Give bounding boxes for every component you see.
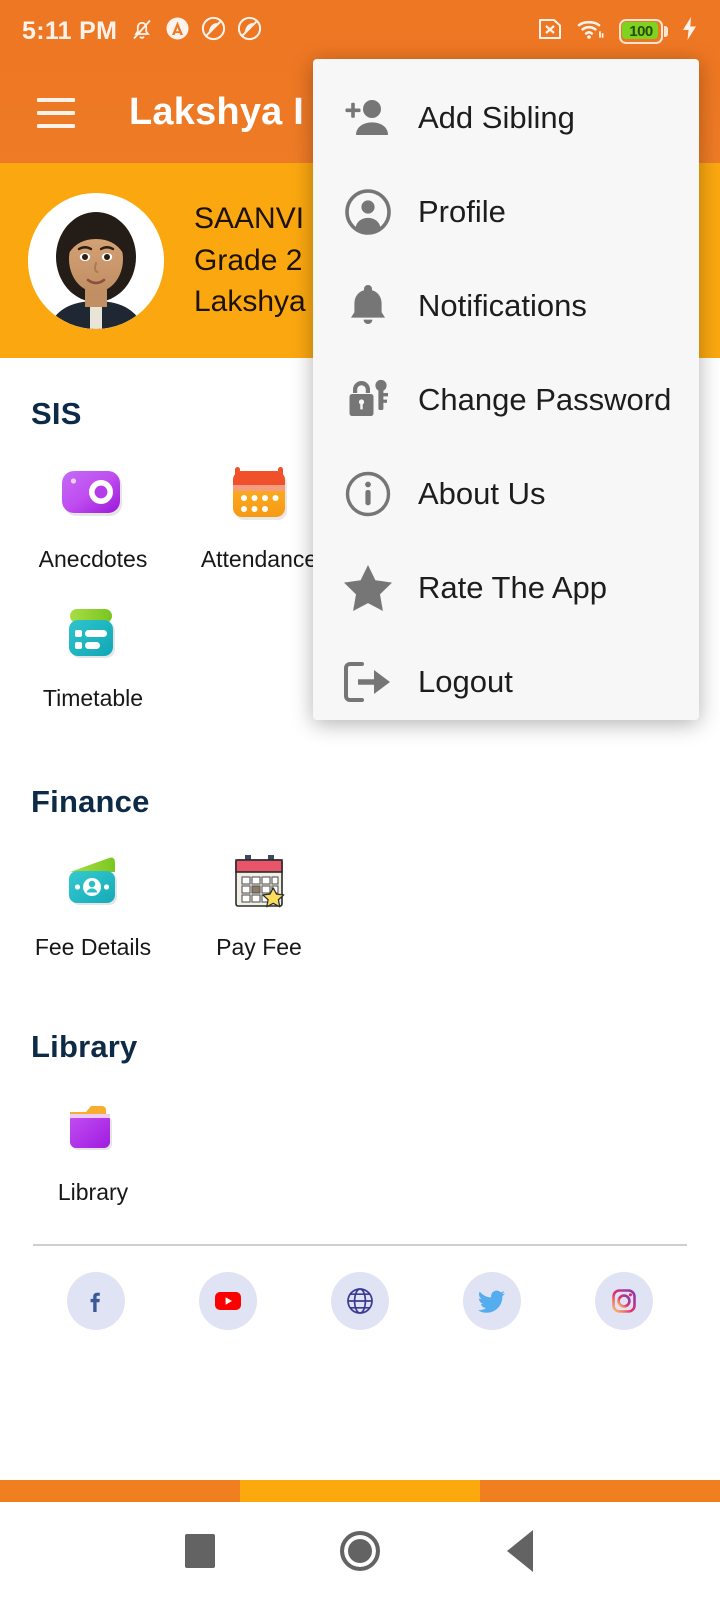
section-title-finance: Finance: [31, 784, 150, 819]
wifi-icon: [576, 17, 606, 46]
tile-grid-finance: Fee Details Pay Fee: [0, 846, 720, 985]
youtube-icon[interactable]: [199, 1272, 257, 1330]
menu-item-label: Add Sibling: [418, 100, 575, 135]
footer-divider: [33, 1244, 687, 1246]
circle-icon: [340, 1531, 380, 1571]
overflow-menu: Add Sibling Profile Notifications Change…: [313, 59, 699, 720]
status-bar-notification-icons: [130, 16, 262, 47]
tile-pay-fee[interactable]: Pay Fee: [176, 846, 342, 961]
app-root: 5:11 PM 100 Lakshya I SAANVI Grade 2 Lak…: [0, 0, 720, 1600]
status-bar: 5:11 PM 100: [0, 0, 720, 62]
calendar-icon: [223, 458, 295, 530]
dnd-icon: [237, 16, 262, 46]
dnd-icon: [201, 16, 226, 46]
star-icon: [340, 560, 396, 616]
account-circle-icon: [340, 184, 396, 240]
section-title-library: Library: [31, 1029, 138, 1064]
student-school: Lakshya: [194, 285, 306, 319]
triangle-left-icon: [507, 1530, 533, 1572]
hamburger-icon[interactable]: [37, 97, 75, 128]
menu-item-change-password[interactable]: Change Password: [313, 353, 699, 447]
calendar-star-icon: [223, 846, 295, 918]
system-nav-bar: [0, 1502, 720, 1600]
strip-segment-right: [480, 1480, 720, 1502]
square-icon: [185, 1534, 215, 1568]
student-photo: [28, 192, 164, 329]
tile-timetable[interactable]: Timetable: [10, 597, 176, 712]
menu-item-label: Rate The App: [418, 570, 608, 605]
tile-anecdotes[interactable]: Anecdotes: [10, 458, 176, 573]
social-links: [0, 1272, 720, 1330]
tile-label: Attendance: [200, 546, 318, 572]
tile-library[interactable]: Library: [10, 1091, 176, 1206]
menu-item-label: Profile: [418, 194, 506, 229]
menu-item-label: About Us: [418, 476, 546, 511]
sim-missing-icon: [537, 17, 563, 46]
adblock-icon: [165, 16, 190, 46]
student-info: SAANVI Grade 2 Lakshya: [194, 202, 306, 319]
menu-item-profile[interactable]: Profile: [313, 165, 699, 259]
battery-percent-label: 100: [629, 22, 653, 40]
strip-segment-left: [0, 1480, 240, 1502]
menu-item-label: Change Password: [418, 382, 672, 417]
camera-icon: [57, 458, 129, 530]
folder-icon: [57, 1091, 129, 1163]
status-bar-time: 5:11 PM: [22, 16, 118, 45]
page-title: Lakshya I: [129, 91, 305, 133]
bottom-color-strip: [0, 1480, 720, 1502]
timetable-icon: [57, 597, 129, 669]
bell-icon: [340, 278, 396, 334]
menu-item-about-us[interactable]: About Us: [313, 447, 699, 541]
battery-indicator: 100: [619, 18, 668, 44]
back-button[interactable]: [488, 1519, 552, 1583]
website-icon[interactable]: [331, 1272, 389, 1330]
menu-item-add-sibling[interactable]: Add Sibling: [313, 71, 699, 165]
tile-grid-library: Library: [0, 1091, 720, 1230]
status-bar-system-icons: 100: [537, 16, 698, 46]
menu-item-rate-the-app[interactable]: Rate The App: [313, 541, 699, 635]
person-add-icon: [340, 90, 396, 146]
strip-segment-center: [240, 1480, 480, 1502]
logout-arrow-icon: [340, 654, 396, 710]
tile-label: Library: [57, 1179, 129, 1205]
facebook-icon[interactable]: [67, 1272, 125, 1330]
info-circle-icon: [340, 466, 396, 522]
instagram-icon[interactable]: [595, 1272, 653, 1330]
tile-label: Pay Fee: [216, 934, 302, 960]
bell-off-icon: [130, 16, 154, 47]
home-button[interactable]: [328, 1519, 392, 1583]
lock-key-icon: [340, 372, 396, 428]
menu-item-label: Notifications: [418, 288, 587, 323]
tile-label: Timetable: [42, 685, 144, 711]
menu-item-logout[interactable]: Logout: [313, 635, 699, 729]
lightning-bolt-icon: [681, 16, 698, 46]
tile-label: Fee Details: [34, 934, 152, 960]
menu-item-notifications[interactable]: Notifications: [313, 259, 699, 353]
tile-label: Anecdotes: [38, 546, 148, 572]
tile-fee-details[interactable]: Fee Details: [10, 846, 176, 961]
twitter-icon[interactable]: [463, 1272, 521, 1330]
recents-button[interactable]: [168, 1519, 232, 1583]
student-grade: Grade 2: [194, 243, 303, 277]
menu-item-label: Logout: [418, 664, 513, 699]
wallet-icon: [57, 846, 129, 918]
student-name: SAANVI: [194, 202, 305, 236]
avatar: [28, 192, 164, 329]
